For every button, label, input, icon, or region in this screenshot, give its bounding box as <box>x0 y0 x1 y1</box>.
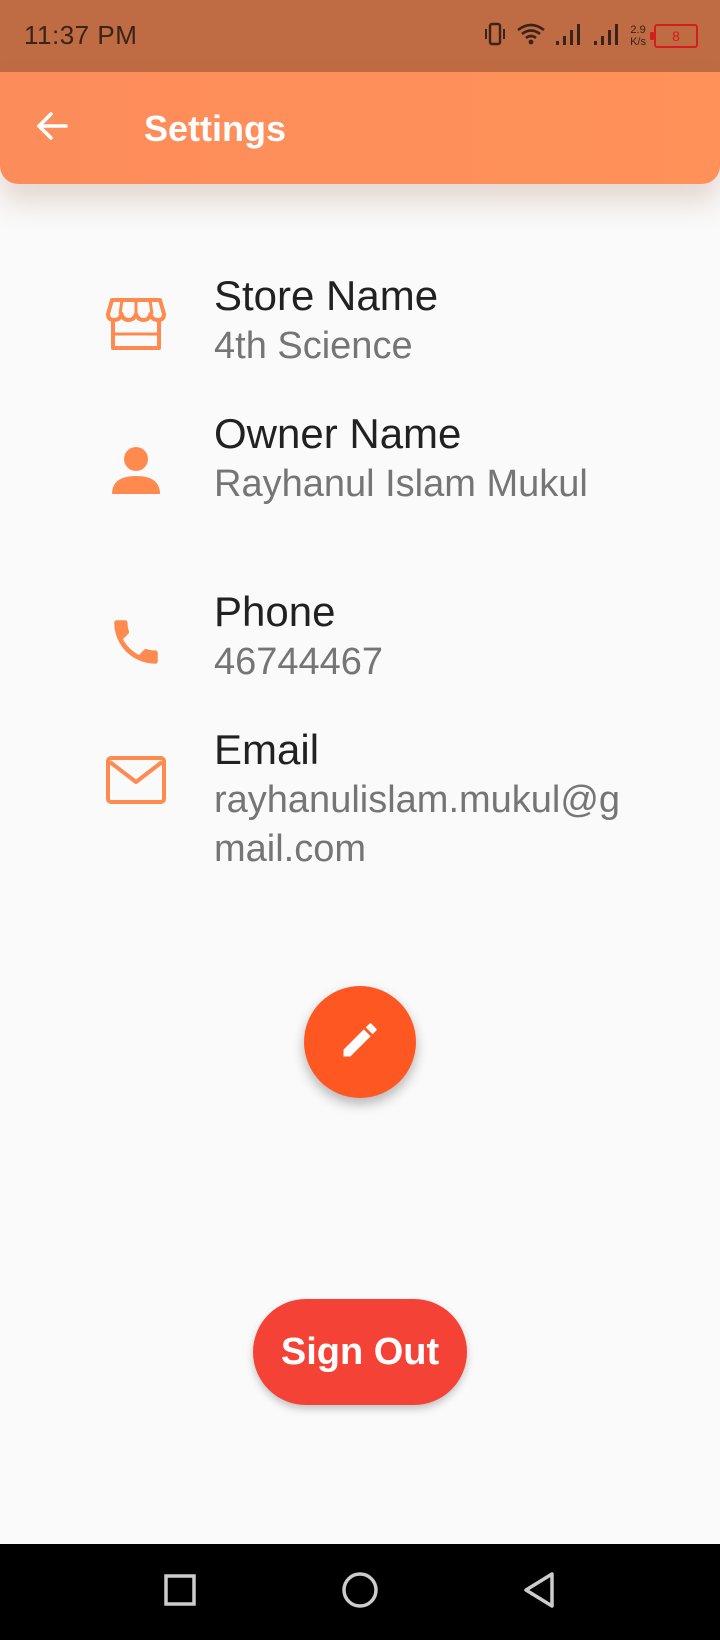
store-icon <box>104 292 168 356</box>
owner-name-label: Owner Name <box>214 410 462 457</box>
phone-icon <box>104 610 168 674</box>
system-back-button[interactable] <box>516 1568 564 1616</box>
email-value: rayhanulislam.mukul@gmail.com <box>214 779 621 870</box>
network-speed-unit: K/s <box>630 36 646 48</box>
store-name-label: Store Name <box>214 272 439 319</box>
home-icon <box>340 1570 380 1615</box>
status-icons: 2.9 K/s 8 <box>482 18 698 54</box>
signal-icon <box>592 21 622 52</box>
store-name-text: Store Name 4th Science <box>214 270 634 371</box>
home-button[interactable] <box>336 1568 384 1616</box>
app-bar: Settings <box>0 72 720 184</box>
status-time: 11:37 PM <box>24 20 138 50</box>
phone-value: 46744467 <box>214 641 384 683</box>
sign-out-button[interactable]: Sign Out <box>253 1299 467 1405</box>
recent-apps-button[interactable] <box>156 1568 204 1616</box>
person-icon <box>104 438 168 502</box>
battery-level: 8 <box>672 28 680 44</box>
email-label: Email <box>214 726 320 773</box>
store-name-value: 4th Science <box>214 325 413 367</box>
recent-apps-icon <box>162 1572 198 1613</box>
wifi-icon <box>516 21 546 52</box>
signal-icon <box>554 21 584 52</box>
phone-label: Phone <box>214 588 336 635</box>
page-title: Settings <box>144 108 287 149</box>
mail-icon <box>104 748 168 812</box>
back-icon <box>520 1570 560 1615</box>
battery-icon: 8 <box>650 24 698 48</box>
phone-text: Phone 46744467 <box>214 586 634 687</box>
network-speed: 2.9 K/s <box>630 24 646 48</box>
pencil-icon <box>338 1018 382 1067</box>
owner-name-value: Rayhanul Islam Mukul <box>214 463 588 505</box>
back-button[interactable] <box>24 100 80 156</box>
navigation-bar <box>0 1544 720 1640</box>
owner-name-text: Owner Name Rayhanul Islam Mukul <box>214 408 634 509</box>
vibrate-icon <box>482 21 508 52</box>
status-bar: 11:37 PM 2.9 K/s 8 <box>0 0 720 72</box>
network-speed-value: 2.9 <box>630 24 646 36</box>
arrow-back-icon <box>34 108 70 149</box>
email-text: Email rayhanulislam.mukul@gmail.com <box>214 724 634 874</box>
edit-button[interactable] <box>304 986 416 1098</box>
